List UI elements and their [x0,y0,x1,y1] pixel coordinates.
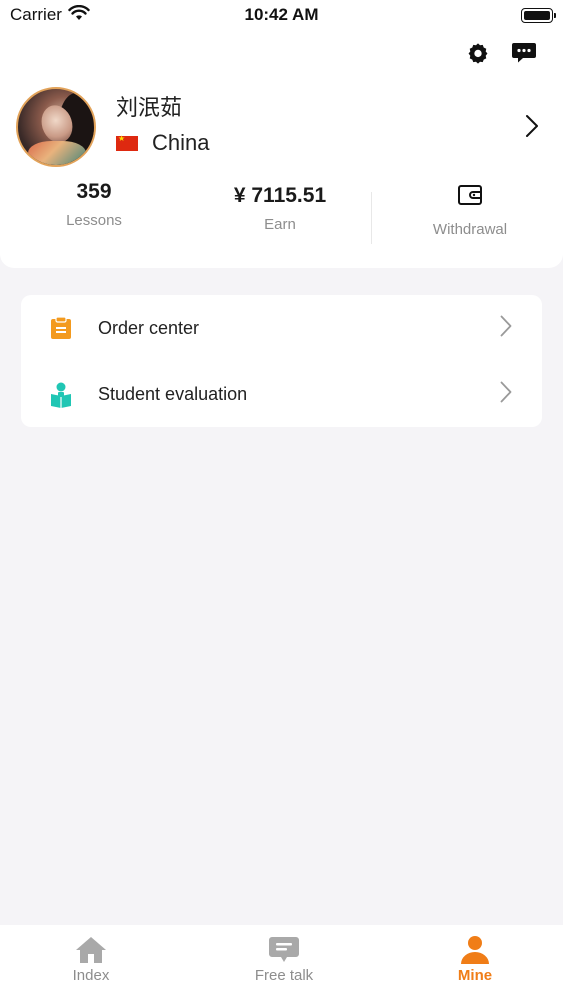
chat-icon [267,935,301,965]
tab-index[interactable]: Index [31,935,151,984]
wifi-icon [68,4,90,26]
student-reading-icon [50,382,72,408]
stats-row: 359 Lessons ¥ 7115.51 Earn Withdrawal [0,180,563,250]
withdrawal-label: Withdrawal [432,221,508,238]
carrier-label: Carrier [10,5,62,24]
country-name: China [152,130,210,155]
lessons-stat[interactable]: 359 Lessons [44,180,144,229]
menu-item-label: Student evaluation [98,383,248,404]
home-icon [74,935,108,965]
menu-item-label: Order center [98,317,200,338]
tab-label: Mine [457,967,493,984]
chevron-right-icon [500,315,512,342]
battery-icon [521,7,556,23]
lessons-label: Lessons [66,212,122,229]
message-icon [512,43,536,63]
tab-mine[interactable]: Mine [415,935,535,984]
messages-button[interactable] [511,40,537,66]
wallet-icon [458,185,482,205]
tab-free-talk[interactable]: Free talk [224,935,344,984]
tab-label: Free talk [254,967,314,984]
menu-card: Order center Student evaluation [21,295,542,427]
earn-label: Earn [264,216,296,233]
lessons-value: 359 [76,180,112,203]
stats-divider [371,192,372,244]
person-icon [458,935,492,965]
gear-icon [468,43,488,64]
chevron-right-icon [500,381,512,408]
clipboard-icon [50,316,72,340]
menu-item-student-evaluation[interactable]: Student evaluation [21,361,542,427]
tab-label: Index [72,967,110,984]
profile-detail-button[interactable] [525,114,539,143]
earn-stat[interactable]: ¥ 7115.51 Earn [200,184,360,233]
tab-bar: Index Free talk Mine [0,925,563,1000]
profile-card: 刘泯茹 China 359 Lessons ¥ 7115.51 Earn Wit… [0,30,563,268]
settings-button[interactable] [465,40,491,66]
earn-value: ¥ 7115.51 [233,184,327,207]
country-row: China [116,130,209,156]
withdrawal-button[interactable]: Withdrawal [410,184,530,238]
top-actions [465,40,537,66]
user-name: 刘泯茹 [116,96,183,121]
menu-item-order-center[interactable]: Order center [21,295,542,361]
china-flag-icon [116,134,138,151]
chevron-right-icon [526,115,538,137]
avatar[interactable] [16,87,96,167]
status-left: Carrier [10,4,90,26]
status-bar: Carrier [0,0,563,30]
